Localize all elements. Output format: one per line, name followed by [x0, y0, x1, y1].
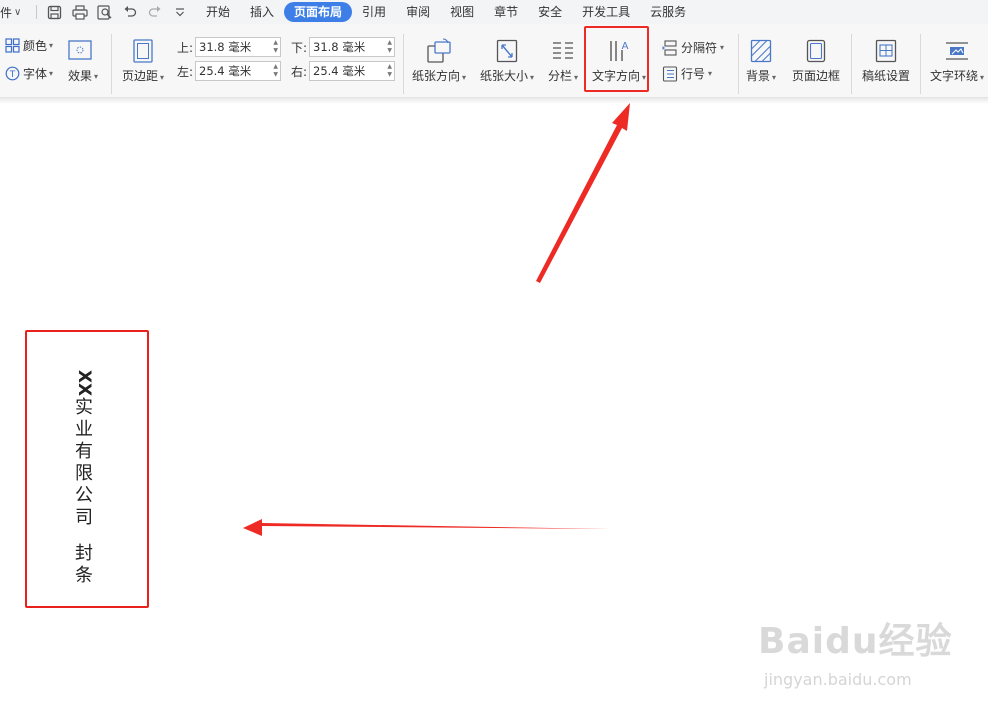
baidu-watermark: Baidu经验 jingyan.baidu.com	[758, 612, 953, 689]
app-window: 件 ∨ 开始 插入 页面布局 引用 审阅 视图 章节 安全 开发工具 云服务 颜…	[0, 0, 988, 716]
annotation-arrows	[243, 103, 630, 536]
watermark-brand: Baidu经验	[758, 621, 953, 662]
watermark-url: jingyan.baidu.com	[764, 670, 912, 689]
arrow-up-to-text-direction	[536, 103, 630, 283]
arrow-left-to-seal-text	[243, 519, 611, 536]
